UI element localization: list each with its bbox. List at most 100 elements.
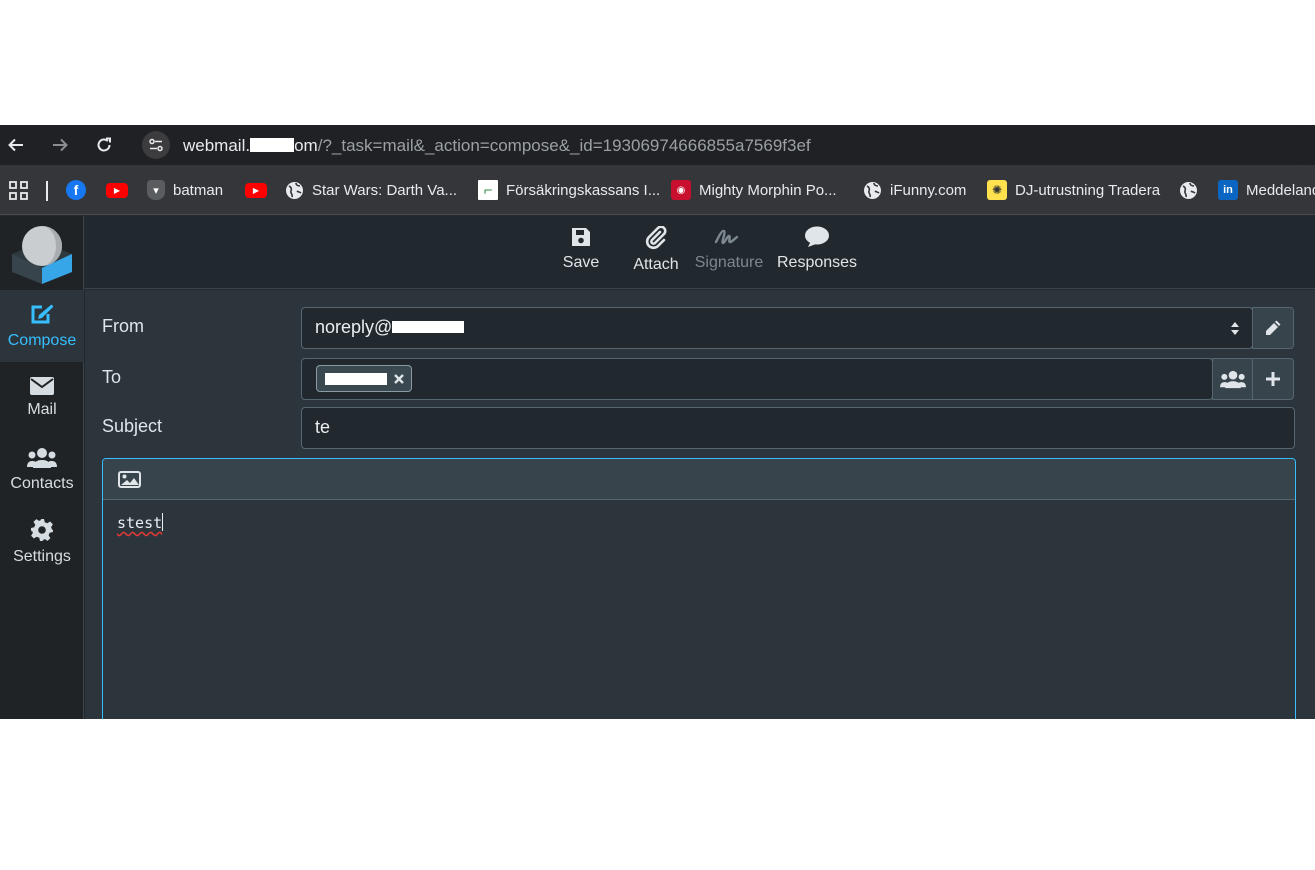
url-bar[interactable]: webmail. om/?_task=mail&_action=compose&_…: [138, 127, 1315, 163]
bookmark-batman[interactable]: ▾ batman: [147, 180, 223, 200]
site-settings-button[interactable]: [142, 131, 170, 159]
nav-label: Contacts: [10, 475, 74, 492]
save-icon: [572, 228, 590, 246]
subject-value: te: [315, 417, 331, 437]
globe-icon: [864, 181, 881, 199]
apps-grid-icon: [9, 180, 28, 200]
bookmark-label: batman: [173, 181, 224, 199]
nav-compose[interactable]: Compose: [0, 290, 84, 362]
to-field[interactable]: [301, 358, 1213, 400]
pencil-icon: [1266, 320, 1281, 335]
back-arrow-icon: [8, 138, 23, 152]
url-text: webmail. om/?_task=mail&_action=compose&_…: [183, 136, 811, 156]
bookmark-youtube[interactable]: ▶: [106, 180, 128, 200]
nav-settings[interactable]: Settings: [0, 506, 84, 578]
globe-icon: [1180, 181, 1197, 199]
paperclip-icon: [645, 226, 667, 250]
roundcube-logo[interactable]: [0, 216, 84, 290]
bookmark-youtube-2[interactable]: ▶: [245, 180, 267, 200]
forward-arrow-icon: [53, 138, 68, 152]
text-caret: [162, 513, 164, 531]
responses-button[interactable]: Responses: [777, 226, 857, 284]
bookmark-label: DJ-utrustning Tradera: [1015, 181, 1161, 199]
bookmark-tradera[interactable]: ✺ DJ-utrustning Tradera: [987, 180, 1160, 200]
select-arrows-icon: [1231, 322, 1239, 335]
url-host-suffix: om: [294, 136, 318, 155]
forward-button[interactable]: [46, 132, 74, 158]
roundcube-logo-icon: [12, 226, 72, 284]
from-label: From: [102, 316, 144, 336]
nav-contacts[interactable]: Contacts: [0, 434, 84, 506]
facebook-icon: f: [66, 180, 86, 200]
contacts-icon: [27, 448, 57, 468]
close-icon[interactable]: [393, 373, 405, 385]
bookmark-mighty-morphin[interactable]: ◉ Mighty Morphin Po...: [671, 180, 837, 200]
left-navigation: Compose Mail Contacts Settings: [0, 216, 84, 719]
bookmark-linkedin[interactable]: in Meddeland: [1218, 180, 1315, 200]
from-select[interactable]: noreply@: [301, 307, 1253, 349]
add-header-button[interactable]: [1252, 358, 1294, 400]
back-button[interactable]: [2, 132, 30, 158]
webmail-app: Compose Mail Contacts Settings Save Atta…: [0, 216, 1315, 719]
apps-button[interactable]: [9, 180, 28, 200]
bookmark-label: iFunny.com: [890, 181, 967, 199]
envelope-icon: [30, 377, 54, 395]
compose-toolbar: Save Attach Signature Responses: [85, 216, 1315, 289]
redacted-block: [392, 321, 465, 333]
edit-identity-button[interactable]: [1252, 307, 1294, 349]
signature-button[interactable]: Signature: [693, 226, 765, 284]
image-icon[interactable]: [118, 470, 141, 488]
body-text: stest: [117, 514, 163, 532]
redacted-recipient: [325, 372, 387, 385]
toolbar-label: Signature: [694, 254, 764, 271]
redacted-block: [250, 138, 295, 152]
to-label: To: [102, 367, 122, 387]
compose-form: From noreply@ To Subject te stest: [85, 290, 1315, 719]
message-editor[interactable]: stest: [102, 458, 1296, 719]
toolbar-label: Attach: [633, 256, 679, 273]
screenshot-viewport: webmail. om/?_task=mail&_action=compose&_…: [0, 125, 1315, 719]
gear-icon: [31, 519, 53, 541]
bookmark-facebook[interactable]: f: [66, 180, 86, 200]
from-value: noreply@: [315, 317, 393, 337]
globe-icon: [286, 181, 303, 199]
reload-icon: [97, 137, 111, 152]
nav-mail[interactable]: Mail: [0, 362, 84, 434]
youtube-icon: ▶: [245, 182, 267, 198]
bookmark-label: Försäkringskassans I...: [506, 181, 661, 199]
nav-label: Mail: [27, 401, 57, 418]
power-rangers-icon: ◉: [671, 180, 691, 200]
compose-icon: [31, 304, 54, 324]
bookmark-star-wars[interactable]: Star Wars: Darth Va...: [285, 180, 457, 200]
bookmark-forsakringskassan[interactable]: ⌐ Försäkringskassans I...: [478, 180, 660, 200]
youtube-icon: ▶: [106, 182, 128, 198]
nav-label: Compose: [7, 332, 77, 349]
toolbar-label: Save: [562, 254, 600, 271]
speech-bubble-icon: [805, 226, 829, 247]
tank-icon: ▾: [147, 180, 165, 200]
site-settings-icon: [149, 138, 163, 152]
recipient-chip[interactable]: [316, 365, 412, 392]
fk-logo-icon: ⌐: [478, 180, 498, 200]
message-body[interactable]: stest: [103, 500, 1295, 545]
bookmark-globe[interactable]: [1179, 180, 1198, 200]
contacts-icon: [1220, 370, 1246, 388]
linkedin-icon: in: [1218, 180, 1238, 200]
tradera-icon: ✺: [987, 180, 1007, 200]
bookmark-ifunny[interactable]: iFunny.com: [863, 180, 966, 200]
subject-input[interactable]: te: [301, 407, 1295, 449]
attach-button[interactable]: Attach: [631, 226, 681, 284]
signature-icon: [714, 229, 739, 245]
add-contact-button[interactable]: [1212, 358, 1254, 400]
bookmark-label: Meddeland: [1246, 181, 1315, 199]
plus-icon: [1266, 372, 1280, 386]
save-button[interactable]: Save: [557, 226, 605, 284]
bookmark-label: Mighty Morphin Po...: [699, 181, 837, 199]
nav-label: Settings: [13, 548, 71, 565]
url-host-prefix: webmail.: [183, 136, 251, 155]
toolbar-label: Responses: [776, 254, 858, 271]
bookmarks-bar: f ▶ ▾ batman ▶ Star Wars: Darth Va... ⌐ …: [0, 165, 1315, 215]
browser-address-bar: webmail. om/?_task=mail&_action=compose&_…: [0, 125, 1315, 165]
url-path: /?_task=mail&_action=compose&_id=1930697…: [317, 136, 811, 155]
reload-button[interactable]: [90, 132, 118, 158]
